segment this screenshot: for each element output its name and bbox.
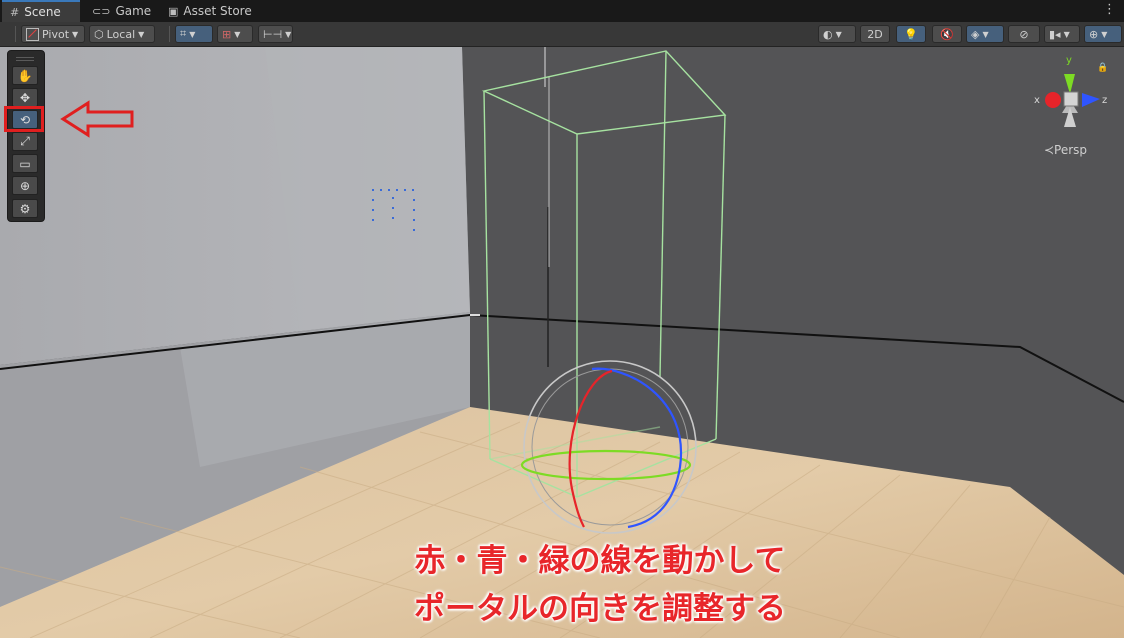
lock-icon[interactable]: 🔒 (1097, 63, 1108, 73)
mode-2d-toggle[interactable]: 2D (860, 25, 890, 43)
camera-icon: ▮◂ (1049, 27, 1061, 41)
custom-tool-icon: ⚙ (19, 201, 31, 216)
gizmo-y-label: y (1066, 55, 1072, 66)
gizmos-dropdown[interactable]: ⊕ ▼ (1084, 25, 1122, 43)
transform-icon: ⊕ (19, 178, 31, 193)
scale-tool-button[interactable]: ⤢ (12, 132, 38, 151)
tab-asset-store-label: Asset Store (183, 4, 252, 18)
ruler-icon: ⊢⊣ (263, 27, 283, 41)
custom-tool-button[interactable]: ⚙ (12, 199, 38, 218)
pivot-icon (26, 27, 39, 41)
effects-dropdown[interactable]: ◈ ▼ (966, 25, 1004, 43)
rect-transform-icon: ▭ (19, 156, 31, 171)
annotation-line-2: ポータルの向きを調整する (414, 591, 786, 627)
shopping-bag-icon: ▣ (168, 4, 179, 18)
chevron-down-icon: ▼ (138, 29, 145, 39)
scene-visibility-toggle[interactable]: ⊘ (1008, 25, 1040, 43)
move-arrows-icon: ✥ (19, 90, 31, 105)
audio-toggle[interactable]: 🔇 (932, 25, 962, 43)
chevron-down-icon: ▼ (1101, 29, 1108, 39)
chevron-down-icon: ▼ (234, 29, 241, 39)
tab-scene[interactable]: # Scene (2, 0, 80, 22)
annotation-line-1: 赤・青・緑の線を動かして (414, 543, 786, 579)
gamepad-icon: ⊂⊃ (92, 4, 111, 18)
rotate-tool-highlight (4, 106, 44, 132)
more-options-icon[interactable]: ⋮ (1103, 2, 1116, 17)
pivot-dropdown[interactable]: Pivot ▼ (21, 25, 85, 43)
toolbar-divider (15, 26, 16, 42)
shading-sphere-icon: ◐ (823, 27, 833, 41)
space-dropdown[interactable]: ⬡ Local ▼ (89, 25, 155, 43)
scene-toolbar: Pivot ▼ ⬡ Local ▼ ⌗ ▼ ⊞ ▼ ⊢⊣ ▼ ◐ ▼ 2D 💡 … (0, 22, 1124, 47)
tab-asset-store[interactable]: ▣ Asset Store (160, 0, 260, 22)
hand-icon: ✋ (17, 68, 33, 83)
snap-grid-icon: ⊞ (222, 27, 232, 41)
increment-snap-toggle[interactable]: ⊞ ▼ (217, 25, 253, 43)
space-label: Local (106, 27, 136, 41)
chevron-down-icon: ▼ (285, 29, 292, 39)
grid-snap-icon: ⌗ (180, 27, 187, 40)
hand-tool-button[interactable]: ✋ (12, 66, 38, 85)
chevron-down-icon: ▼ (1063, 29, 1070, 39)
cube-icon: ⬡ (94, 27, 104, 41)
pivot-label: Pivot (42, 27, 70, 41)
camera-dropdown[interactable]: ▮◂ ▼ (1044, 25, 1080, 43)
move-tool-button[interactable]: ✥ (12, 88, 38, 107)
chevron-down-icon: ▼ (982, 29, 989, 39)
grid-snap-toggle[interactable]: ⌗ ▼ (175, 25, 213, 43)
tab-game-label: Game (115, 4, 152, 18)
lighting-toggle[interactable]: 💡 (896, 25, 926, 43)
layers-icon: ◈ (971, 27, 980, 41)
scale-icon: ⤢ (20, 134, 30, 148)
rect-tool-button[interactable]: ▭ (12, 154, 38, 173)
chevron-down-icon: ▼ (189, 29, 196, 39)
chevron-down-icon: ▼ (835, 29, 842, 39)
mode-2d-label: 2D (867, 27, 883, 41)
toolbar-divider (169, 26, 170, 42)
projection-toggle[interactable]: ≺Persp (1044, 143, 1087, 157)
speaker-muted-icon: 🔇 (940, 27, 954, 41)
transform-tool-button[interactable]: ⊕ (12, 176, 38, 195)
eye-slash-icon: ⊘ (1019, 27, 1029, 41)
gizmo-x-label: x (1034, 95, 1040, 106)
left-wall-light (265, 47, 470, 337)
gizmo-z-label: z (1102, 95, 1108, 106)
grid-icon: # (10, 5, 20, 19)
tab-bar: # Scene ⊂⊃ Game ▣ Asset Store ⋮ (0, 0, 1124, 22)
tab-game[interactable]: ⊂⊃ Game (84, 0, 160, 22)
chevron-down-icon: ▼ (72, 29, 79, 39)
annotation-arrow-icon (60, 100, 134, 138)
drag-handle[interactable] (16, 57, 34, 61)
tab-scene-label: Scene (24, 5, 61, 19)
globe-icon: ⊕ (1089, 27, 1099, 41)
scene-viewport[interactable]: y x z 🔒 ≺Persp 赤・青・緑の線を動かして ポータルの向きを調整する (0, 47, 1124, 638)
lightbulb-icon: 💡 (904, 27, 918, 41)
draw-mode-dropdown[interactable]: ◐ ▼ (818, 25, 856, 43)
tools-palette: ✋ ✥ ⟲ ⤢ ▭ ⊕ ⚙ (7, 50, 45, 222)
ruler-snap-toggle[interactable]: ⊢⊣ ▼ (258, 25, 293, 43)
